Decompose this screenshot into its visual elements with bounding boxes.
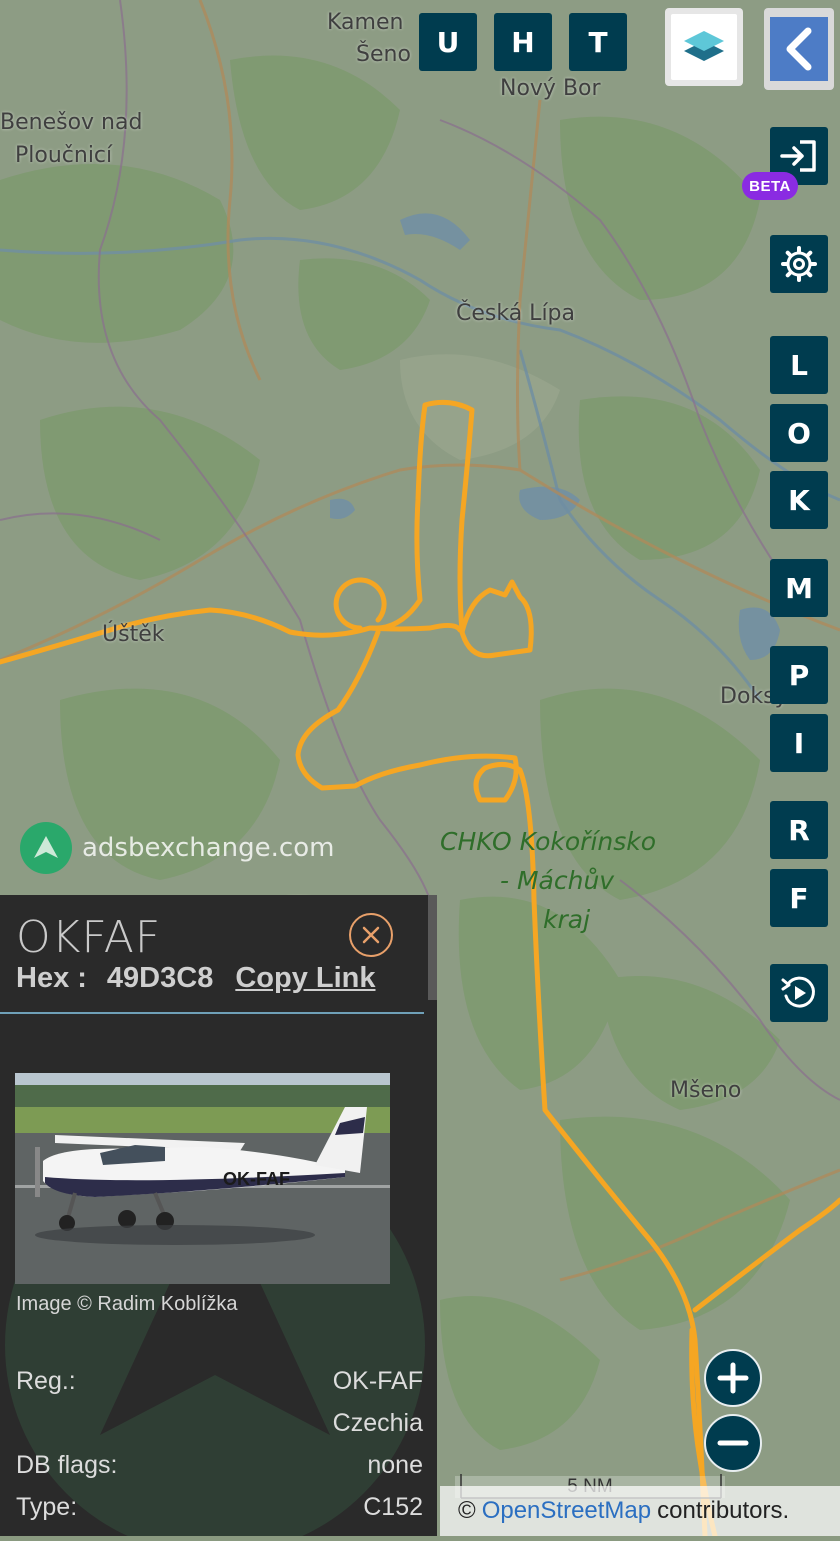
attribution-prefix: © [458, 1497, 476, 1524]
toggle-o-button[interactable]: O [770, 404, 828, 462]
gear-icon [781, 246, 817, 282]
replay-button[interactable] [770, 964, 828, 1022]
toggle-m-button[interactable]: M [770, 559, 828, 617]
hex-label: Hex : [16, 962, 87, 994]
toggle-p-button[interactable]: P [770, 646, 828, 704]
chevron-left-icon [786, 27, 812, 71]
close-panel-button[interactable] [349, 913, 393, 957]
map-label-chko: CHKO Kokořínsko [440, 827, 657, 856]
copy-link-button[interactable]: Copy Link [235, 962, 375, 994]
toggle-t-button[interactable]: T [569, 13, 627, 71]
toggle-l-button[interactable]: L [770, 336, 828, 394]
map-label-mseno: Mšeno [670, 1078, 742, 1103]
panel-divider [0, 1012, 424, 1014]
db-flags-label: DB flags: [16, 1451, 118, 1479]
adsbexchange-watermark: adsbexchange.com [20, 822, 334, 874]
toggle-h-button[interactable]: H [494, 13, 552, 71]
hex-value: 49D3C8 [106, 962, 214, 994]
map-label-ceska-lipa: Česká Lípa [456, 301, 576, 326]
toggle-k-button[interactable]: K [770, 471, 828, 529]
toggle-i-button[interactable]: I [770, 714, 828, 772]
toggle-f-button[interactable]: F [770, 869, 828, 927]
type-label: Type: [16, 1493, 78, 1521]
aircraft-registration-marking: OK-FAF [223, 1169, 290, 1189]
reg-label: Reg.: [16, 1367, 76, 1395]
minus-icon [717, 1440, 749, 1446]
layers-button[interactable] [665, 8, 743, 86]
adsbexchange-logo-icon [20, 822, 72, 874]
map-label-benesov-2: Ploučnicí [15, 143, 113, 168]
map-label-novy-bor: Nový Bor [500, 76, 601, 101]
layers-icon [684, 31, 724, 61]
openstreetmap-link[interactable]: OpenStreetMap [482, 1497, 651, 1525]
beta-badge: BETA [742, 172, 798, 200]
map-label-benesov: Benešov nad [0, 110, 143, 135]
map-label-kamenicky-senov: Kamen [327, 10, 404, 35]
collapse-sidebar-button[interactable] [764, 8, 834, 90]
toggle-r-button[interactable]: R [770, 801, 828, 859]
toggle-u-button[interactable]: U [419, 13, 477, 71]
hex-row: Hex : 49D3C8 Copy Link [16, 962, 376, 995]
panel-scrollbar[interactable] [428, 895, 437, 1000]
reg-value: OK-FAF [332, 1367, 423, 1395]
map-attribution: © OpenStreetMap contributors. [440, 1486, 840, 1536]
country-value: Czechia [332, 1409, 423, 1437]
close-circle-icon [362, 926, 380, 944]
watermark-text: adsbexchange.com [82, 833, 335, 863]
attribution-suffix: contributors. [657, 1497, 790, 1524]
aircraft-callsign: OKFAF [16, 912, 162, 963]
zoom-in-button[interactable] [704, 1349, 762, 1407]
map-label-ustek: Úštěk [102, 622, 165, 647]
map-label-kamenicky-senov-2: Šeno [356, 42, 411, 67]
aircraft-photo[interactable]: OK-FAF [15, 1073, 390, 1284]
type-value: C152 [363, 1493, 423, 1521]
db-flags-value: none [367, 1451, 423, 1479]
map-label-chko-3: kraj [543, 905, 591, 934]
map-label-chko-2: - Máchův [500, 866, 615, 895]
replay-icon [781, 976, 815, 1008]
zoom-out-button[interactable] [704, 1414, 762, 1472]
settings-button[interactable] [770, 235, 828, 293]
photo-credit: Image © Radim Koblížka [16, 1293, 238, 1315]
plus-icon [717, 1362, 749, 1394]
login-arrow-icon [780, 140, 816, 172]
